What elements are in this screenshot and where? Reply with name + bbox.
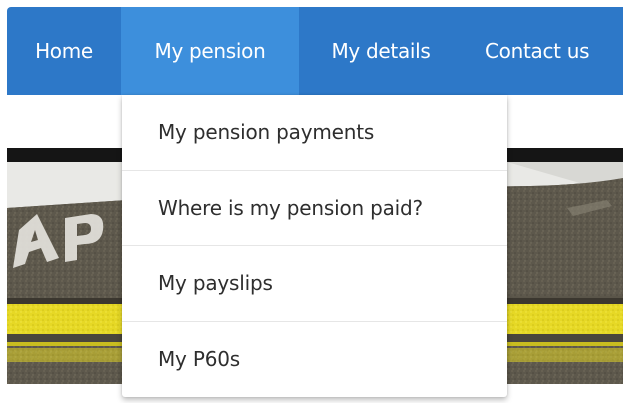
nav-item-home[interactable]: Home bbox=[7, 7, 121, 95]
menu-item-my-p60s[interactable]: My P60s bbox=[122, 322, 507, 398]
menu-item-my-pension-payments[interactable]: My pension payments bbox=[122, 95, 507, 171]
page: Home My pension My details Contact us My… bbox=[0, 0, 623, 403]
nav-item-contact-us[interactable]: Contact us bbox=[463, 7, 623, 95]
menu-item-my-payslips[interactable]: My payslips bbox=[122, 246, 507, 322]
main-navigation: Home My pension My details Contact us bbox=[7, 7, 623, 95]
my-pension-dropdown-menu: My pension payments Where is my pension … bbox=[122, 95, 507, 397]
menu-item-where-is-my-pension-paid[interactable]: Where is my pension paid? bbox=[122, 171, 507, 246]
nav-item-my-pension[interactable]: My pension bbox=[121, 7, 299, 95]
nav-item-my-details[interactable]: My details bbox=[299, 7, 463, 95]
